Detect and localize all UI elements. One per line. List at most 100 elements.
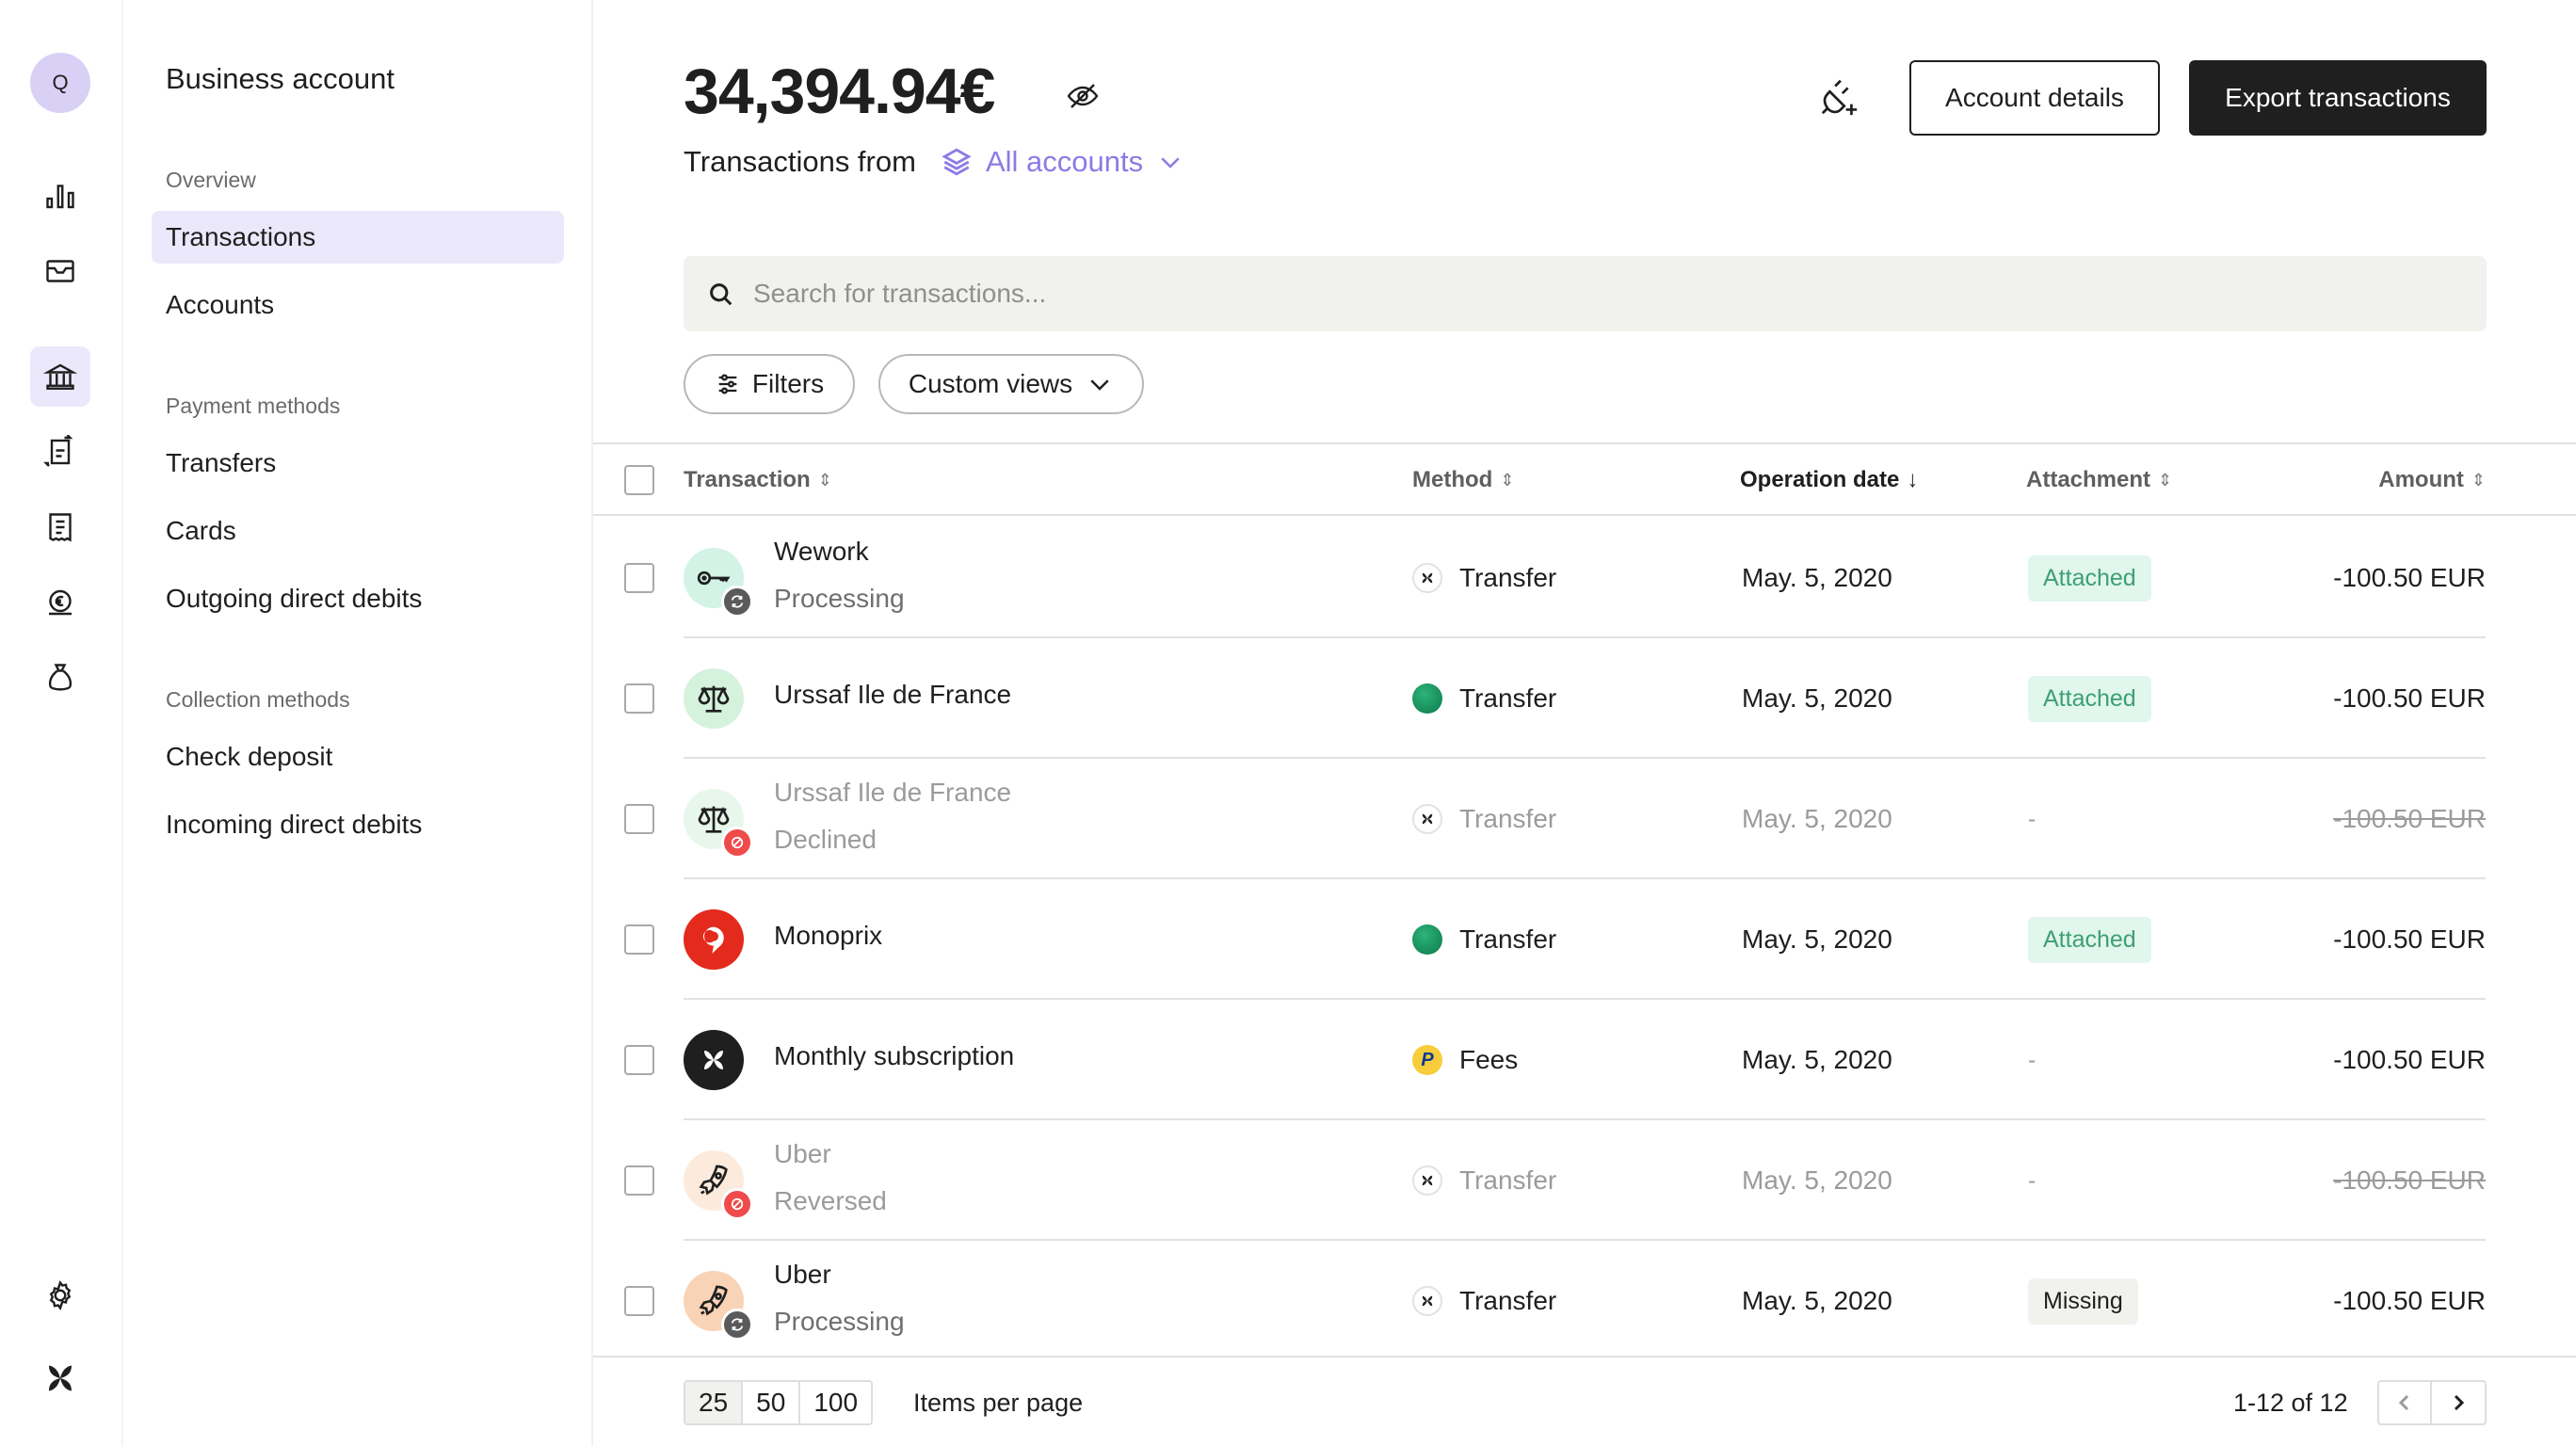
account-details-button[interactable]: Account details xyxy=(1909,60,2160,136)
row-checkbox[interactable] xyxy=(624,804,654,834)
nav-item-transactions[interactable]: Transactions xyxy=(152,211,564,264)
per-page-25[interactable]: 25 xyxy=(685,1382,744,1423)
bank-icon[interactable] xyxy=(30,346,90,407)
attachment-badge[interactable]: Attached xyxy=(2028,554,2151,602)
attachment-badge[interactable]: Attached xyxy=(2028,916,2151,963)
qonto-icon xyxy=(1412,1165,1442,1196)
attachment-cell: Attached xyxy=(2028,879,2151,1000)
row-checkbox[interactable] xyxy=(624,683,654,714)
inbox-icon[interactable] xyxy=(30,241,90,301)
amount-value: -100.50 EUR xyxy=(2333,563,2486,592)
previous-page-button[interactable] xyxy=(2379,1382,2432,1423)
icon-rail: Q xyxy=(0,0,123,1446)
table-row[interactable]: Monoprix Transfer May. 5, 2020 Attached -100… xyxy=(593,879,2576,1000)
declined-badge-icon xyxy=(721,827,753,859)
payment-method: Transfer xyxy=(1412,638,1556,759)
select-all-checkbox[interactable] xyxy=(624,465,654,495)
arrow-down-icon: ↓ xyxy=(1907,467,1919,492)
receipt-icon[interactable] xyxy=(30,497,90,557)
table-row[interactable]: Urssaf Ile de France Declined Transfer May.… xyxy=(593,759,2576,879)
custom-views-label: Custom views xyxy=(908,369,1073,398)
transaction-status: Processing xyxy=(774,584,905,613)
row-checkbox[interactable] xyxy=(624,1165,654,1196)
table-row[interactable]: Uber Processing Transfer May. 5, 2020 Missin… xyxy=(593,1241,2576,1361)
layers-icon xyxy=(942,148,972,176)
row-checkbox[interactable] xyxy=(624,1286,654,1316)
transfers-icon[interactable] xyxy=(30,422,90,482)
amount-value: -100.50 EUR xyxy=(2333,1286,2486,1315)
attachment-empty: - xyxy=(2028,805,2037,832)
amount-value: -100.50 EUR xyxy=(2333,924,2486,954)
scales-icon xyxy=(695,680,733,717)
column-attachment[interactable]: Attachment ⇕ xyxy=(2026,444,2172,516)
per-page-50[interactable]: 50 xyxy=(743,1382,801,1423)
per-page-100[interactable]: 100 xyxy=(800,1382,871,1423)
nav-item-transfers[interactable]: Transfers xyxy=(152,437,564,490)
nav-section-overview: Overview xyxy=(166,168,256,192)
search-input[interactable] xyxy=(753,279,2354,309)
nav-section-payment-methods: Payment methods xyxy=(166,394,341,418)
transactions-from: Transactions from All accounts xyxy=(684,145,1184,179)
merchant-avatar xyxy=(684,668,744,729)
column-label: Operation date xyxy=(1740,467,1900,492)
search-icon xyxy=(710,283,733,306)
nav-item-incoming-direct-debits[interactable]: Incoming direct debits xyxy=(152,798,564,851)
processing-badge-icon xyxy=(721,1309,753,1341)
operation-date: May. 5, 2020 xyxy=(1742,924,1892,954)
transactions-from-label: Transactions from xyxy=(684,145,916,178)
eye-off-icon[interactable] xyxy=(1066,79,1100,113)
method-label: Transfer xyxy=(1459,1286,1557,1315)
amount-value: -100.50 EUR xyxy=(2333,804,2486,833)
plug-add-icon[interactable] xyxy=(1817,75,1860,119)
pager xyxy=(2377,1380,2487,1425)
attachment-badge[interactable]: Attached xyxy=(2028,675,2151,722)
analytics-icon[interactable] xyxy=(30,166,90,226)
payment-method: P Fees xyxy=(1412,1000,1518,1120)
row-checkbox[interactable] xyxy=(624,924,654,955)
table-header: Transaction ⇕ Method ⇕ Operation date ↓ Att… xyxy=(593,442,2576,516)
settings-icon[interactable] xyxy=(30,1265,90,1326)
filters-button[interactable]: Filters xyxy=(684,354,855,414)
operation-date: May. 5, 2020 xyxy=(1742,683,1892,713)
custom-views-dropdown[interactable]: Custom views xyxy=(878,354,1144,414)
column-transaction[interactable]: Transaction ⇕ xyxy=(684,444,832,516)
nav-item-check-deposit[interactable]: Check deposit xyxy=(152,731,564,783)
transaction-name: Urssaf Ile de France xyxy=(774,680,1012,709)
account-selector[interactable]: All accounts xyxy=(941,145,1184,179)
row-checkbox[interactable] xyxy=(624,1045,654,1075)
nav-item-outgoing-direct-debits[interactable]: Outgoing direct debits xyxy=(152,572,564,625)
row-checkbox[interactable] xyxy=(624,563,654,593)
method-label: Transfer xyxy=(1459,804,1557,833)
qonto-icon xyxy=(1412,1286,1442,1316)
filters-label: Filters xyxy=(751,369,825,398)
column-label: Transaction xyxy=(684,467,811,492)
amount-value: -100.50 EUR xyxy=(2333,683,2486,713)
attachment-badge[interactable]: Missing xyxy=(2028,1277,2138,1325)
pagination-range: 1-12 of 12 xyxy=(2233,1388,2348,1417)
payment-method: Transfer xyxy=(1412,759,1556,879)
payment-method: Transfer xyxy=(1412,879,1556,1000)
money-bag-icon[interactable] xyxy=(30,648,90,708)
attachment-cell: Attached xyxy=(2028,518,2151,638)
sort-icon: ⇕ xyxy=(1500,470,1515,490)
table-row[interactable]: Urssaf Ile de France Transfer May. 5, 2020… xyxy=(593,638,2576,759)
column-operation-date[interactable]: Operation date ↓ xyxy=(1740,444,1918,516)
nav-item-cards[interactable]: Cards xyxy=(152,505,564,557)
next-page-button[interactable] xyxy=(2432,1382,2485,1423)
column-amount[interactable]: Amount ⇕ xyxy=(2378,444,2486,516)
payment-method: Transfer xyxy=(1412,518,1556,638)
amount: -100.50 EUR xyxy=(2333,1120,2486,1241)
table-row[interactable]: Monthly subscription P Fees May. 5, 2020 - -1… xyxy=(593,1000,2576,1120)
account-balance: 34,394.94€ xyxy=(684,56,995,127)
table-row[interactable]: Wework Processing Transfer May. 5, 2020 Atta… xyxy=(593,518,2576,638)
payment-method: Transfer xyxy=(1412,1241,1556,1361)
euro-bag-icon[interactable] xyxy=(30,572,90,633)
org-avatar[interactable]: Q xyxy=(30,53,90,113)
table-row[interactable]: Uber Reversed Transfer May. 5, 2020 - -100.50… xyxy=(593,1120,2576,1241)
nav-item-accounts[interactable]: Accounts xyxy=(152,279,564,331)
column-method[interactable]: Method ⇕ xyxy=(1412,444,1514,516)
logo-icon[interactable] xyxy=(30,1348,90,1408)
attachment-cell: Missing xyxy=(2028,1241,2138,1361)
export-transactions-button[interactable]: Export transactions xyxy=(2189,60,2487,136)
chevron-left-icon xyxy=(2398,1394,2409,1411)
